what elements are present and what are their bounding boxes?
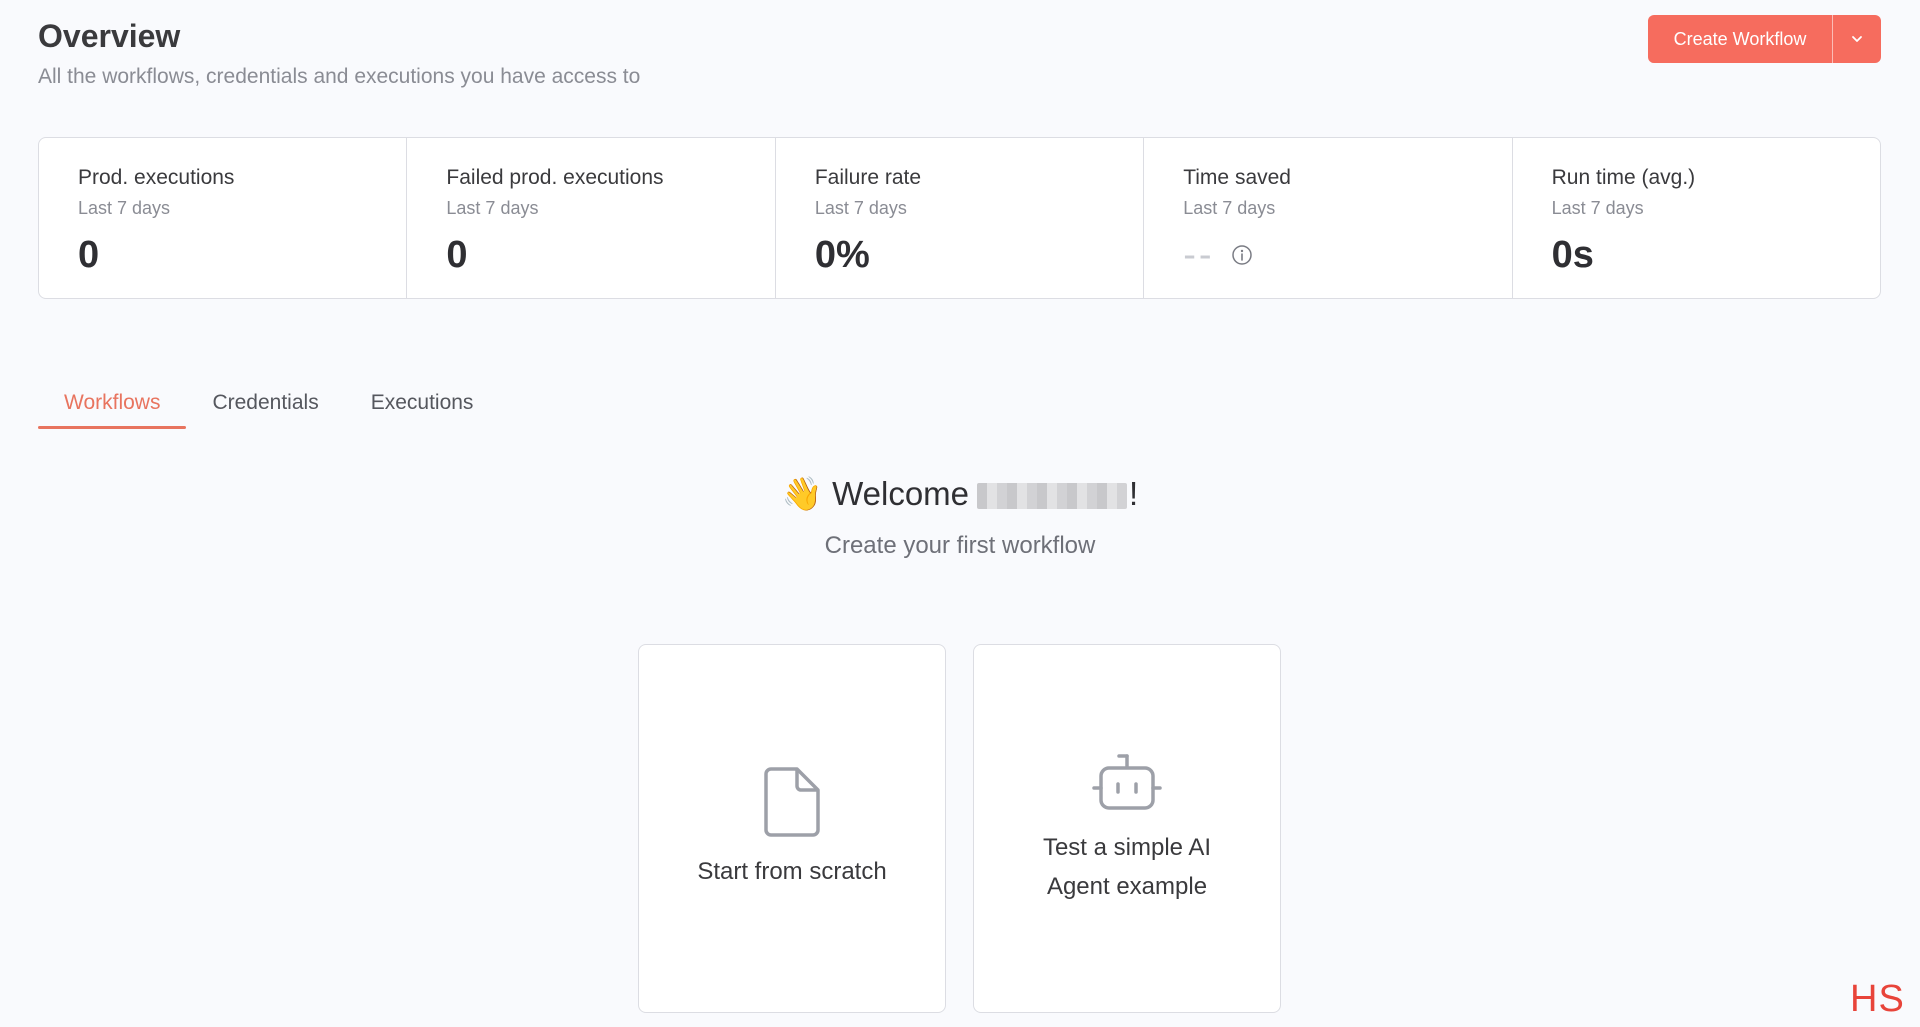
welcome-heading: 👋 Welcome! bbox=[0, 470, 1920, 518]
waving-hand-icon: 👋 bbox=[781, 475, 823, 512]
welcome-greeting: Welcome bbox=[832, 475, 970, 512]
stat-failure-rate[interactable]: Failure rate Last 7 days 0% bbox=[776, 138, 1145, 298]
tab-executions[interactable]: Executions bbox=[345, 381, 500, 429]
stat-value: 0s bbox=[1551, 234, 1594, 276]
stat-time-saved[interactable]: Time saved Last 7 days -- bbox=[1144, 138, 1513, 298]
create-workflow-split-button: Create Workflow bbox=[1648, 15, 1881, 63]
stat-value: -- bbox=[1183, 234, 1215, 276]
file-icon bbox=[764, 767, 820, 837]
stat-value: 0% bbox=[814, 234, 870, 276]
page-header: Overview All the workflows, credentials … bbox=[38, 16, 640, 90]
stat-run-time-avg[interactable]: Run time (avg.) Last 7 days 0s bbox=[1513, 138, 1880, 298]
stats-summary: Prod. executions Last 7 days 0 Failed pr… bbox=[38, 137, 1881, 299]
stat-label: Time saved bbox=[1183, 166, 1291, 189]
stat-period: Last 7 days bbox=[446, 198, 539, 218]
card-label: Start from scratch bbox=[697, 858, 887, 885]
stat-label: Prod. executions bbox=[78, 166, 235, 189]
page-title: Overview bbox=[38, 18, 181, 54]
stat-period: Last 7 days bbox=[78, 198, 171, 218]
robot-icon bbox=[1092, 753, 1162, 810]
stat-label: Run time (avg.) bbox=[1551, 166, 1696, 189]
create-workflow-dropdown-button[interactable] bbox=[1833, 15, 1881, 63]
hs-watermark: HS bbox=[1850, 978, 1905, 1020]
overview-tabs: Workflows Credentials Executions bbox=[38, 381, 499, 429]
stat-value: 0 bbox=[78, 234, 100, 276]
stat-period: Last 7 days bbox=[1183, 198, 1276, 218]
chevron-down-icon bbox=[1852, 36, 1862, 42]
stat-value-row: -- bbox=[1183, 233, 1511, 277]
stat-failed-prod-executions[interactable]: Failed prod. executions Last 7 days 0 bbox=[407, 138, 776, 298]
stat-label: Failure rate bbox=[814, 166, 922, 189]
create-workflow-button[interactable]: Create Workflow bbox=[1648, 15, 1833, 63]
tab-credentials[interactable]: Credentials bbox=[186, 381, 344, 429]
stat-label: Failed prod. executions bbox=[446, 166, 664, 189]
tab-workflows[interactable]: Workflows bbox=[38, 381, 187, 429]
blurred-username bbox=[977, 483, 1128, 510]
stat-period: Last 7 days bbox=[814, 198, 907, 218]
start-from-scratch-card[interactable]: Start from scratch bbox=[638, 644, 946, 1013]
overview-page: Overview All the workflows, credentials … bbox=[0, 0, 1920, 1027]
stat-prod-executions[interactable]: Prod. executions Last 7 days 0 bbox=[39, 138, 408, 298]
welcome-subtitle: Create your first workflow bbox=[824, 532, 1096, 559]
stat-value: 0 bbox=[446, 234, 468, 276]
page-subtitle: All the workflows, credentials and execu… bbox=[38, 65, 641, 88]
card-label: Test a simple AI Agent example bbox=[1042, 833, 1212, 900]
stat-period: Last 7 days bbox=[1551, 198, 1644, 218]
info-icon[interactable] bbox=[1231, 244, 1253, 266]
ai-agent-example-card[interactable]: Test a simple AI Agent example bbox=[973, 644, 1281, 1013]
welcome-suffix: ! bbox=[1129, 475, 1139, 512]
